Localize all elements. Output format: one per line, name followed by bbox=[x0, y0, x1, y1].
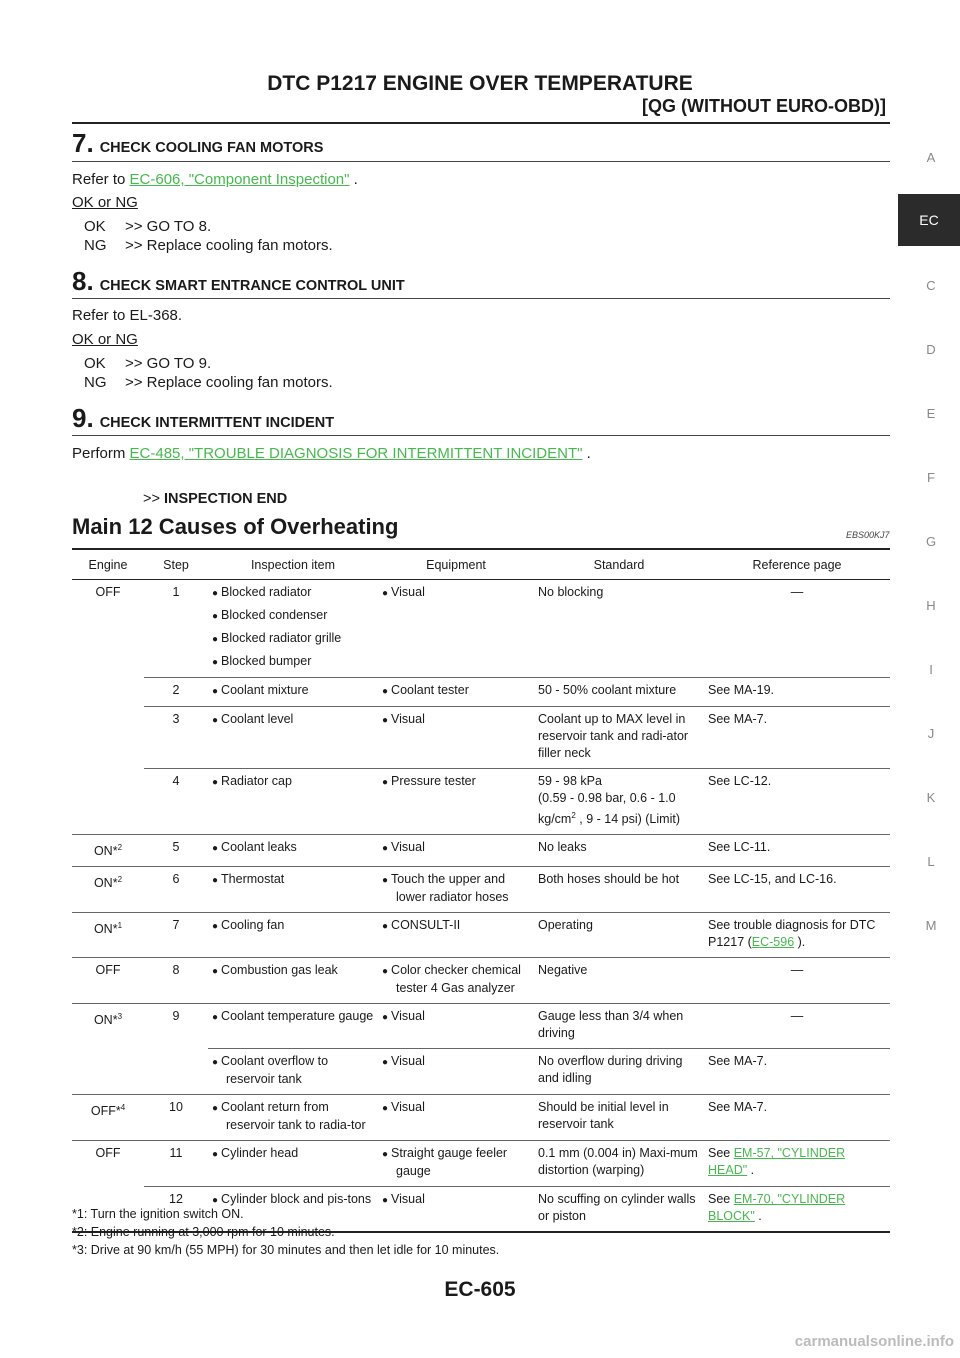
watermark: carmanualsonline.info bbox=[794, 1333, 954, 1350]
step-divider bbox=[72, 298, 890, 299]
table-row: 2 Coolant mixture Coolant tester 50 - 50… bbox=[72, 677, 890, 707]
footnote: *2: Engine running at 3,000 rpm for 10 m… bbox=[72, 1225, 335, 1239]
component-inspection-link[interactable]: EC-606, "Component Inspection" bbox=[130, 171, 350, 188]
ec-596-link[interactable]: EC-596 bbox=[752, 935, 794, 949]
intermittent-incident-link[interactable]: EC-485, "TROUBLE DIAGNOSIS FOR INTERMITT… bbox=[130, 445, 583, 462]
step-9-heading: 9. CHECK INTERMITTENT INCIDENT bbox=[72, 403, 890, 434]
table-row: OFF 1 Blocked radiator Blocked condenser… bbox=[72, 579, 890, 678]
result-list: OK >> GO TO 9. NG >> Replace cooling fan m… bbox=[84, 355, 333, 391]
side-index-f[interactable]: F bbox=[902, 470, 960, 485]
side-index-c[interactable]: C bbox=[902, 278, 960, 293]
footnote: *1: Turn the ignition switch ON. bbox=[72, 1207, 244, 1221]
inspection-end: >> INSPECTION END bbox=[143, 491, 288, 507]
side-index-a[interactable]: A bbox=[902, 150, 960, 165]
ok-or-ng-label: OK or NG bbox=[72, 331, 138, 348]
column-header: Reference page bbox=[704, 548, 890, 580]
step-title: CHECK COOLING FAN MOTORS bbox=[99, 140, 324, 156]
side-index-g[interactable]: G bbox=[902, 534, 960, 549]
table-row: 3 Coolant level Visual Coolant up to MAX… bbox=[72, 706, 890, 769]
footnote: *3: Drive at 90 km/h (55 MPH) for 30 min… bbox=[72, 1243, 500, 1257]
side-index-l[interactable]: L bbox=[902, 854, 960, 869]
header-divider bbox=[72, 122, 890, 124]
page-subtitle: [QG (WITHOUT EURO-OBD)] bbox=[642, 96, 886, 116]
side-index-k[interactable]: K bbox=[902, 790, 960, 805]
side-index-d[interactable]: D bbox=[902, 342, 960, 357]
page-title: DTC P1217 ENGINE OVER TEMPERATURE bbox=[267, 72, 693, 95]
step-number: 9. bbox=[72, 403, 94, 433]
result-list: OK >> GO TO 8. NG >> Replace cooling fan m… bbox=[84, 218, 333, 254]
step-title: CHECK SMART ENTRANCE CONTROL UNIT bbox=[99, 278, 405, 294]
table-row: OFF 8 Combustion gas leak Color checker … bbox=[72, 957, 890, 1005]
step-title: CHECK INTERMITTENT INCIDENT bbox=[99, 415, 335, 431]
side-index-ec[interactable]: EC bbox=[898, 194, 960, 246]
side-index-i[interactable]: I bbox=[902, 662, 960, 677]
step-number: 7. bbox=[72, 128, 94, 158]
table-row: OFF*4 10 Coolant return from reservoir t… bbox=[72, 1094, 890, 1142]
step-8-text: Refer to EL-368. bbox=[72, 307, 183, 324]
side-index-m[interactable]: M bbox=[902, 918, 960, 933]
column-header: Step bbox=[144, 548, 208, 580]
table-header-row: Engine Step Inspection item Equipment St… bbox=[72, 548, 890, 580]
step-7-heading: 7. CHECK COOLING FAN MOTORS bbox=[72, 128, 890, 159]
section-title: Main 12 Causes of Overheating bbox=[72, 514, 399, 539]
page-number: EC-605 bbox=[444, 1278, 516, 1301]
table-row: ON*1 7 Cooling fan CONSULT-II Operating … bbox=[72, 912, 890, 959]
side-index-h[interactable]: H bbox=[902, 598, 960, 613]
table-row: 4 Radiator cap Pressure tester 59 - 98 k… bbox=[72, 768, 890, 836]
step-7-text: Refer to EC-606, "Component Inspection" … bbox=[72, 171, 358, 188]
column-header: Standard bbox=[534, 548, 704, 580]
table-row: OFF 11 Cylinder head Straight gauge feel… bbox=[72, 1140, 890, 1188]
table-row: Coolant overflow to reservoir tank Visua… bbox=[72, 1048, 890, 1096]
side-index-j[interactable]: J bbox=[902, 726, 960, 741]
step-9-text: Perform EC-485, "TROUBLE DIAGNOSIS FOR I… bbox=[72, 445, 591, 462]
step-divider bbox=[72, 161, 890, 162]
table-row: ON*2 5 Coolant leaks Visual No leaks See… bbox=[72, 834, 890, 868]
table-row: ON*3 9 Coolant temperature gauge Visual … bbox=[72, 1003, 890, 1050]
ok-or-ng-label: OK or NG bbox=[72, 194, 138, 211]
table-row: ON*2 6 Thermostat Touch the upper and lo… bbox=[72, 866, 890, 914]
side-index-e[interactable]: E bbox=[902, 406, 960, 421]
column-header: Engine bbox=[72, 548, 144, 580]
step-8-heading: 8. CHECK SMART ENTRANCE CONTROL UNIT bbox=[72, 266, 890, 297]
overheating-causes-table: Engine Step Inspection item Equipment St… bbox=[72, 548, 890, 1234]
step-number: 8. bbox=[72, 266, 94, 296]
step-divider bbox=[72, 435, 890, 436]
section-code: EBS00KJ7 bbox=[846, 530, 890, 540]
column-header: Inspection item bbox=[208, 548, 378, 580]
column-header: Equipment bbox=[378, 548, 534, 580]
